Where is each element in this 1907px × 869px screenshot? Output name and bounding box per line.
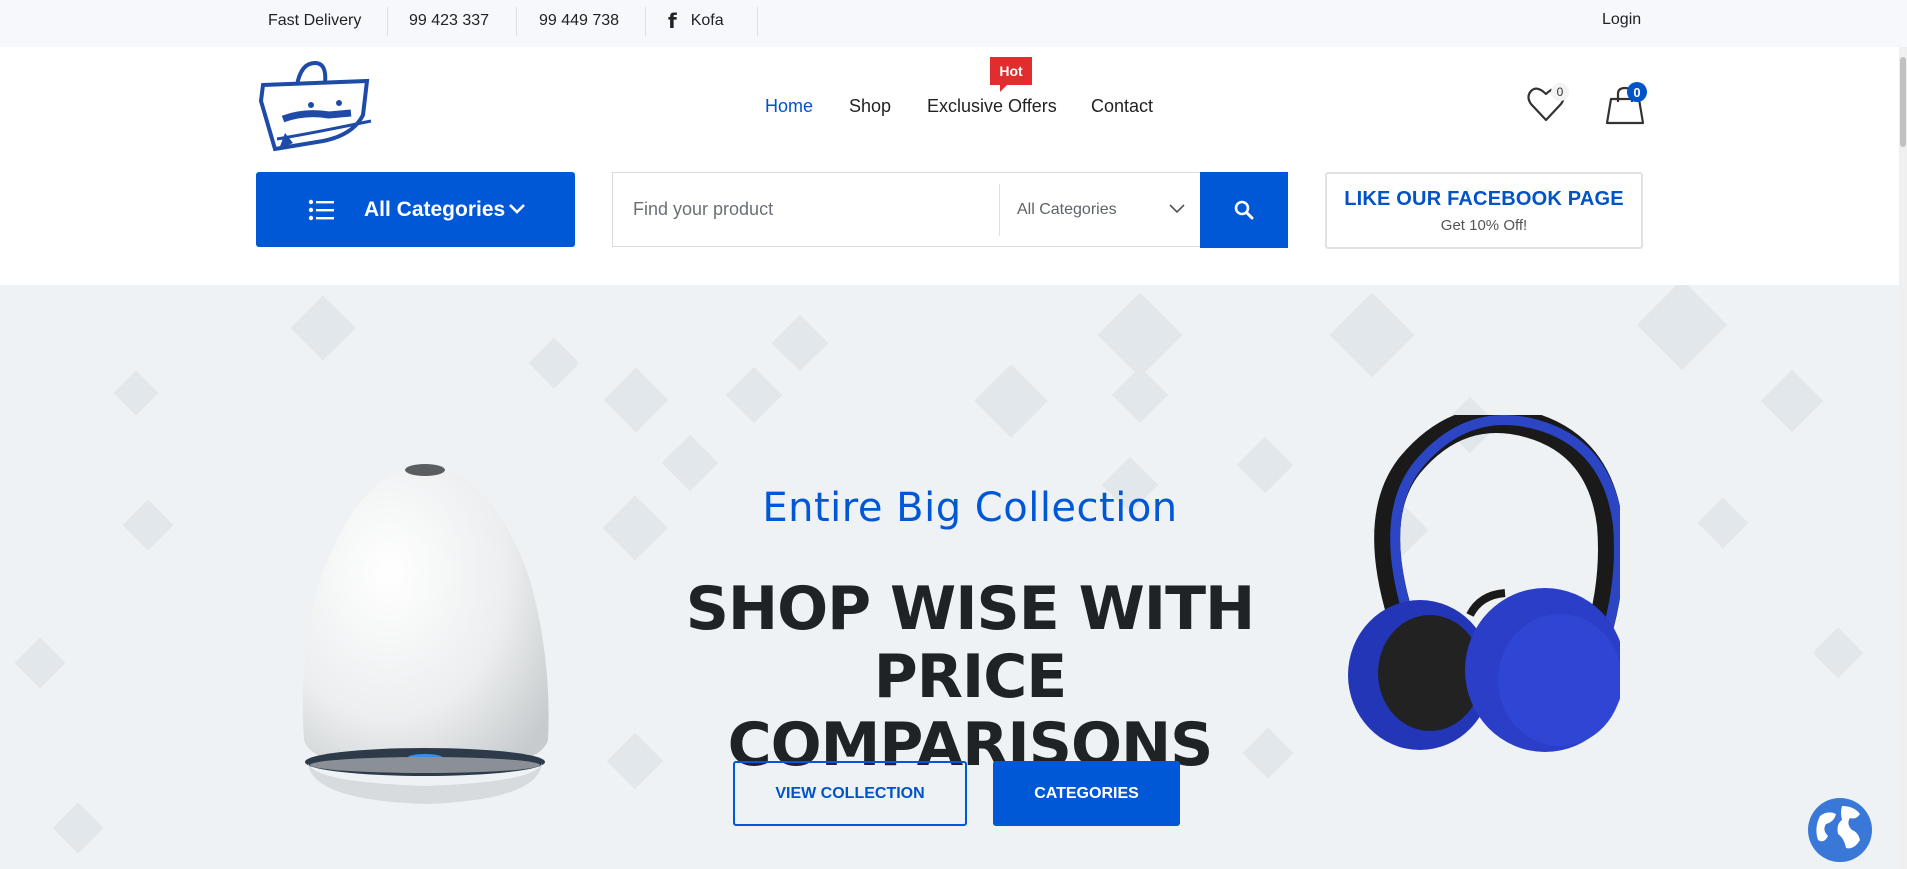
hero-title-line-1: SHOP WISE WITH PRICE: [685, 574, 1256, 712]
wishlist-count: 0: [1551, 83, 1569, 101]
scrollbar[interactable]: [1899, 47, 1907, 869]
facebook-icon: f: [668, 9, 677, 33]
bg-diamond: [290, 295, 356, 361]
phone-2[interactable]: 99 449 738: [539, 0, 619, 42]
headphones-product-image: [1348, 415, 1620, 752]
bg-diamond: [1812, 627, 1864, 679]
bg-diamond: [528, 337, 580, 389]
categories-button[interactable]: CATEGORIES: [993, 761, 1180, 826]
site-logo[interactable]: [253, 57, 377, 159]
view-collection-button[interactable]: VIEW COLLECTION: [733, 761, 967, 826]
fast-delivery-text: Fast Delivery: [268, 12, 362, 29]
bg-diamond: [14, 637, 66, 689]
login-link[interactable]: Login: [1602, 0, 1641, 40]
bg-diamond: [974, 364, 1048, 438]
scrollbar-thumb[interactable]: [1900, 57, 1906, 147]
divider: [757, 7, 758, 36]
search-box: All Categories: [612, 172, 1201, 247]
divider: [645, 7, 646, 36]
bg-diamond: [1111, 366, 1169, 424]
facebook-promo-button[interactable]: LIKE OUR FACEBOOK PAGE Get 10% Off!: [1325, 172, 1643, 249]
hero-banner: Entire Big Collection SHOP WISE WITH PRI…: [0, 285, 1907, 869]
all-categories-button[interactable]: All Categories: [256, 172, 575, 247]
nav-contact[interactable]: Contact: [1091, 96, 1153, 117]
hot-badge: Hot: [990, 57, 1032, 92]
bg-diamond: [725, 366, 783, 424]
promo-subtitle: Get 10% Off!: [1440, 216, 1528, 234]
divider: [516, 7, 517, 36]
bg-diamond: [771, 314, 829, 372]
phone-1[interactable]: 99 423 337: [409, 0, 489, 42]
bg-diamond: [1636, 285, 1728, 371]
nav-exclusive-offers[interactable]: Exclusive Offers: [927, 96, 1057, 117]
nav-shop[interactable]: Shop: [849, 96, 891, 117]
chevron-down-icon: [509, 204, 525, 214]
facebook-link[interactable]: f Kofa: [668, 0, 724, 42]
search-category-value: All Categories: [1017, 200, 1117, 218]
search-category-select[interactable]: All Categories: [1017, 173, 1197, 246]
divider: [999, 184, 1000, 236]
bg-diamond: [1329, 292, 1415, 378]
bg-diamond: [1760, 369, 1824, 433]
bg-diamond: [113, 370, 159, 416]
search-button[interactable]: [1200, 172, 1288, 248]
top-bar: Fast Delivery 99 423 337 99 449 738 f Ko…: [0, 0, 1907, 47]
bg-diamond: [661, 434, 719, 492]
hero-subtitle: Entire Big Collection: [762, 485, 1178, 531]
chevron-down-icon: [1169, 204, 1185, 214]
divider: [387, 7, 388, 36]
bg-diamond: [603, 367, 669, 433]
search-input[interactable]: [633, 174, 983, 244]
search-icon: [1234, 200, 1254, 220]
bg-diamond: [52, 802, 104, 854]
globe-icon[interactable]: [1806, 796, 1874, 864]
facebook-label: Kofa: [690, 12, 724, 29]
promo-title: LIKE OUR FACEBOOK PAGE: [1344, 187, 1624, 210]
hero-title: SHOP WISE WITH PRICE COMPARISONS: [620, 575, 1320, 779]
all-categories-label: All Categories: [364, 198, 506, 221]
cart-count: 0: [1627, 82, 1647, 102]
bg-diamond: [1097, 292, 1183, 378]
nav-home[interactable]: Home: [765, 96, 813, 117]
list-icon: [308, 199, 334, 221]
hero-title-line-2: COMPARISONS: [727, 710, 1214, 780]
